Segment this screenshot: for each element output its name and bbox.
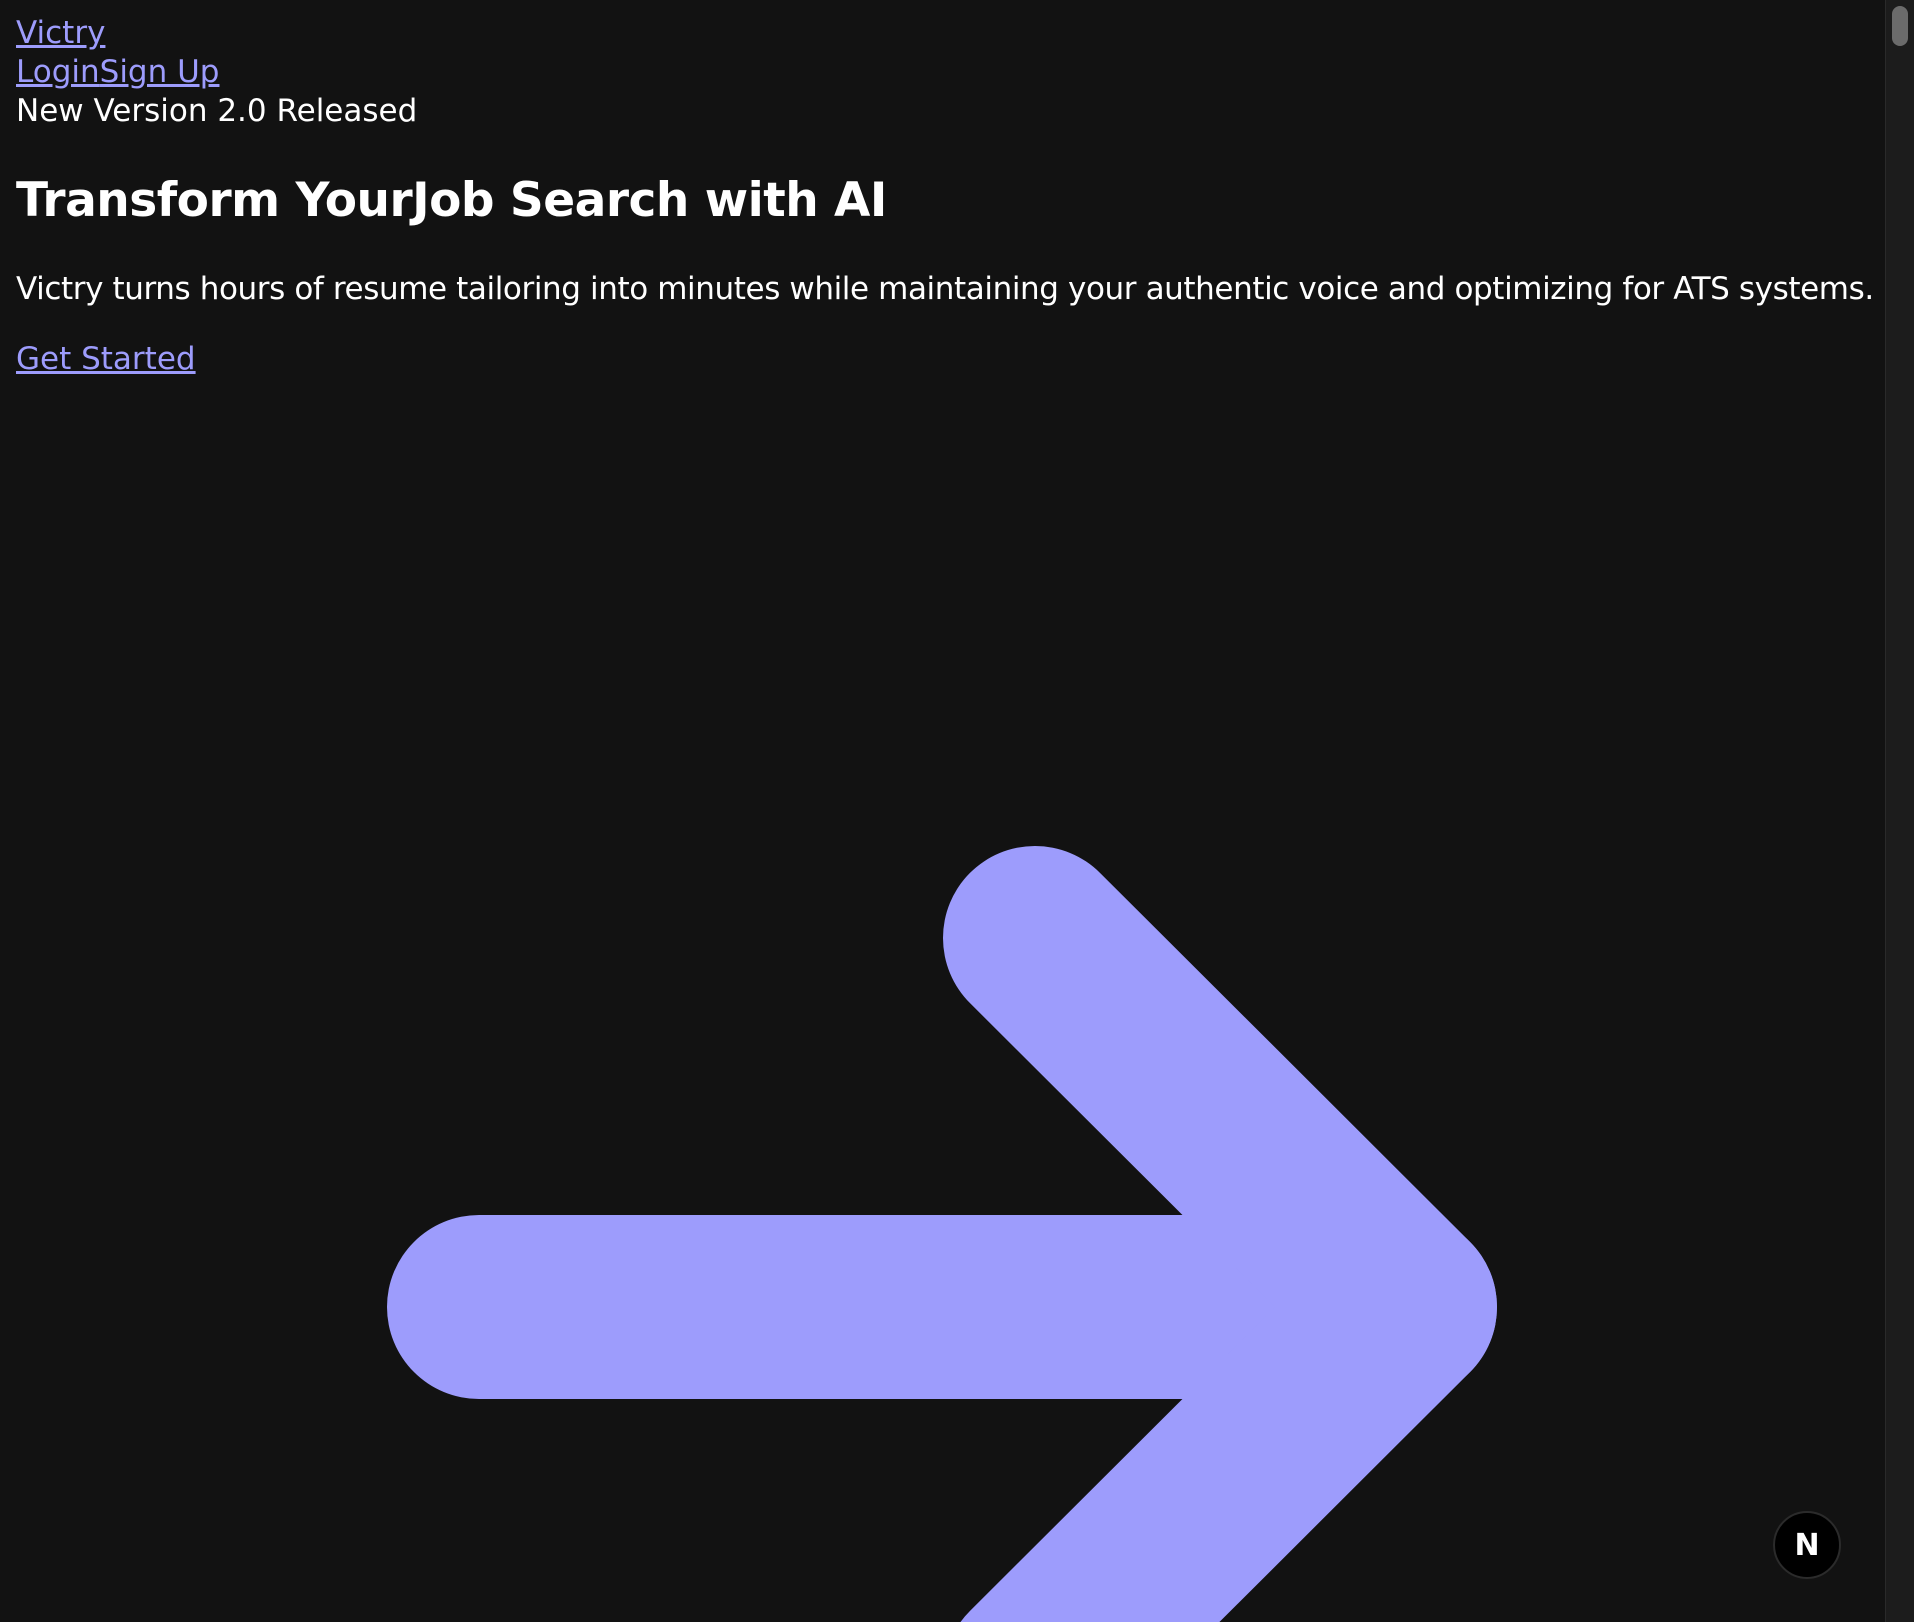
vertical-scrollbar[interactable] (1885, 0, 1914, 1622)
page-content: Victry LoginSign Up New Version 2.0 Rele… (16, 14, 1884, 379)
scrollbar-thumb[interactable] (1892, 6, 1908, 46)
auth-nav: LoginSign Up (16, 53, 1884, 92)
nextjs-dev-badge[interactable]: N (1773, 1511, 1841, 1579)
release-banner: New Version 2.0 Released (16, 93, 418, 129)
signup-link[interactable]: Sign Up (100, 54, 220, 90)
login-link[interactable]: Login (16, 54, 100, 90)
nextjs-icon: N (1794, 1527, 1820, 1563)
hero-title: Transform YourJob Search with AI (16, 173, 887, 228)
get-started-link[interactable]: Get Started (16, 339, 196, 379)
hero-subtitle: Victry turns hours of resume tailoring i… (16, 271, 1874, 307)
page: Victry LoginSign Up New Version 2.0 Rele… (0, 0, 1914, 1622)
brand-link[interactable]: Victry (16, 14, 1884, 53)
